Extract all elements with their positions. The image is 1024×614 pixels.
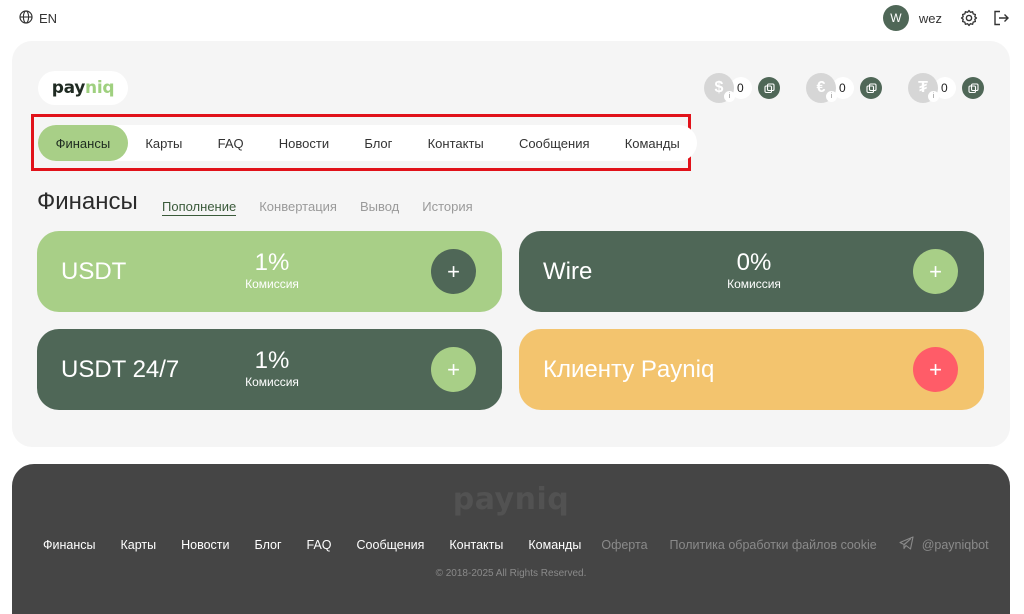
dollar-icon: $ i [704, 73, 735, 103]
card-title: Wire [543, 258, 593, 285]
card-usdt-247[interactable]: USDT 24/7 1% Комиссия + [37, 329, 502, 410]
footer-logo: payniq [452, 482, 570, 517]
telegram-handle: @payniqbot [921, 537, 989, 552]
language-label: EN [39, 11, 58, 26]
nav-item-blog[interactable]: Блог [347, 125, 410, 161]
main-panel: payniq $ i 0 € i 0 ₮ i 0 Финансы Карты FAQ … [12, 41, 1010, 447]
nav-item-teams[interactable]: Команды [607, 125, 697, 161]
footer-link-finance[interactable]: Финансы [43, 538, 95, 552]
nav-item-faq[interactable]: FAQ [200, 125, 261, 161]
fee-label: Комиссия [245, 375, 299, 389]
tab-withdraw[interactable]: Вывод [360, 199, 399, 216]
footer-link-cards[interactable]: Карты [120, 538, 156, 552]
logo[interactable]: payniq [38, 71, 128, 105]
footer-link-faq[interactable]: FAQ [307, 538, 332, 552]
plus-icon[interactable]: + [913, 249, 958, 294]
page-title: Финансы [37, 188, 138, 215]
plus-icon[interactable]: + [431, 347, 476, 392]
nav-item-contacts[interactable]: Контакты [410, 125, 501, 161]
footer-link-messages[interactable]: Сообщения [357, 538, 425, 552]
nav-item-cards[interactable]: Карты [128, 125, 200, 161]
settings-gear-icon[interactable] [958, 7, 980, 29]
tab-history[interactable]: История [422, 199, 472, 216]
fee-label: Комиссия [727, 277, 781, 291]
footer-links: Финансы Карты Новости Блог FAQ Сообщения… [43, 536, 989, 553]
copy-icon[interactable] [962, 77, 984, 99]
fee-percent: 0% [736, 249, 772, 276]
fee-percent: 1% [254, 249, 290, 276]
footer-link-news[interactable]: Новости [181, 538, 229, 552]
balance-eur: € i 0 [806, 73, 882, 103]
copy-icon[interactable] [860, 77, 882, 99]
card-client-payniq[interactable]: Клиенту Payniq + [519, 329, 984, 410]
fee-info: 1% Комиссия [242, 347, 302, 389]
footer-telegram[interactable]: @payniqbot [899, 536, 989, 553]
language-switcher[interactable]: EN [19, 10, 57, 27]
footer-link-cookie-policy[interactable]: Политика обработки файлов cookie [670, 538, 877, 552]
main-nav: Финансы Карты FAQ Новости Блог Контакты … [38, 125, 698, 161]
euro-icon: € i [806, 73, 837, 103]
plus-icon[interactable]: + [913, 347, 958, 392]
top-bar: EN W wez [0, 0, 1024, 34]
footer-link-blog[interactable]: Блог [255, 538, 282, 552]
logo-text-left: pay [51, 78, 86, 98]
footer: payniq Финансы Карты Новости Блог FAQ Со… [12, 464, 1010, 614]
footer-link-teams[interactable]: Команды [528, 538, 581, 552]
copyright: © 2018-2025 All Rights Reserved. [435, 568, 587, 579]
card-title: Клиенту Payniq [543, 356, 715, 383]
card-wire[interactable]: Wire 0% Комиссия + [519, 231, 984, 312]
nav-item-finance[interactable]: Финансы [38, 125, 128, 161]
fee-label: Комиссия [245, 277, 299, 291]
footer-link-contacts[interactable]: Контакты [449, 538, 503, 552]
plus-icon[interactable]: + [431, 249, 476, 294]
telegram-icon [899, 536, 914, 553]
balance-usd: $ i 0 [704, 73, 780, 103]
fee-info: 1% Комиссия [242, 249, 302, 291]
tab-deposit[interactable]: Пополнение [162, 199, 237, 216]
balance-usdt: ₮ i 0 [908, 73, 984, 103]
balances: $ i 0 € i 0 ₮ i 0 [704, 73, 984, 103]
tab-conversion[interactable]: Конвертация [259, 199, 337, 216]
logo-text-right: niq [85, 78, 115, 98]
footer-link-offer[interactable]: Оферта [601, 538, 647, 552]
logout-icon[interactable] [990, 7, 1012, 29]
card-title: USDT 24/7 [61, 356, 180, 383]
card-title: USDT [61, 258, 127, 285]
fee-percent: 1% [254, 347, 290, 374]
subtabs: Пополнение Конвертация Вывод История [162, 199, 473, 216]
user-area: W wez [882, 5, 1012, 31]
nav-item-news[interactable]: Новости [261, 125, 347, 161]
nav-item-messages[interactable]: Сообщения [501, 125, 607, 161]
tether-icon: ₮ i [908, 73, 939, 103]
globe-icon [19, 10, 33, 27]
username[interactable]: wez [919, 11, 942, 26]
card-usdt[interactable]: USDT 1% Комиссия + [37, 231, 502, 312]
fee-info: 0% Комиссия [724, 249, 784, 291]
avatar[interactable]: W [882, 5, 909, 31]
copy-icon[interactable] [758, 77, 780, 99]
